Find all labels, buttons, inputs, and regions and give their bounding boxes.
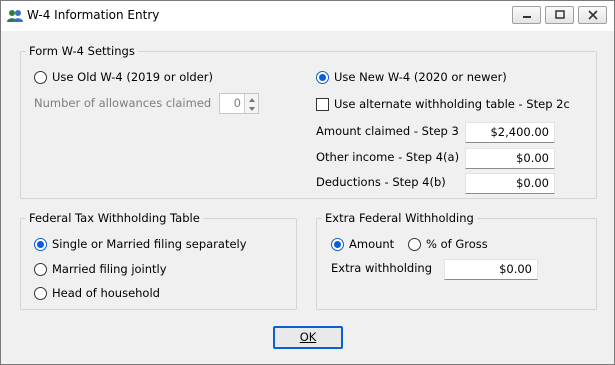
minimize-icon bbox=[523, 16, 531, 18]
deductions-label: Deductions - Step 4(b) bbox=[316, 175, 446, 189]
amount-radio[interactable] bbox=[331, 237, 344, 251]
maximize-icon bbox=[555, 10, 565, 19]
close-button[interactable] bbox=[578, 6, 607, 24]
new-w4-option[interactable]: Use New W-4 (2020 or newer) bbox=[316, 69, 507, 85]
other-income-label: Other income - Step 4(a) bbox=[316, 150, 460, 164]
ok-button-label: OK bbox=[299, 330, 317, 344]
w4-dialog-window: W-4 Information Entry Form W-4 Settings … bbox=[0, 0, 615, 365]
deductions-field[interactable]: $0.00 bbox=[465, 173, 555, 194]
chevron-down-icon bbox=[249, 107, 255, 111]
single-label: Single or Married filing separately bbox=[52, 237, 247, 251]
married-jointly-radio[interactable] bbox=[34, 262, 47, 276]
ok-button[interactable]: OK bbox=[273, 326, 343, 349]
allowances-spinner[interactable]: 0 bbox=[219, 93, 259, 114]
minimize-button[interactable] bbox=[512, 6, 541, 24]
married-jointly-option[interactable]: Married filing jointly bbox=[34, 261, 167, 277]
title-bar[interactable]: W-4 Information Entry bbox=[1, 1, 614, 31]
allowances-label: Number of allowances claimed bbox=[34, 96, 212, 110]
single-radio[interactable] bbox=[34, 237, 47, 251]
other-income-field[interactable]: $0.00 bbox=[465, 148, 555, 169]
close-icon bbox=[588, 10, 598, 20]
maximize-button[interactable] bbox=[545, 6, 574, 24]
allowances-value: 0 bbox=[233, 96, 241, 110]
amount-label: Amount bbox=[349, 237, 395, 251]
new-w4-label: Use New W-4 (2020 or newer) bbox=[334, 70, 507, 84]
spinner-down-button[interactable] bbox=[244, 103, 258, 113]
alternate-table-label: Use alternate withholding table - Step 2… bbox=[334, 97, 570, 111]
extra-withholding-group-label: Extra Federal Withholding bbox=[322, 211, 477, 225]
amount-claimed-label: Amount claimed - Step 3 bbox=[316, 124, 459, 138]
married-jointly-label: Married filing jointly bbox=[52, 262, 167, 276]
percent-gross-option[interactable]: % of Gross bbox=[408, 236, 488, 252]
window-title: W-4 Information Entry bbox=[27, 8, 160, 22]
old-w4-radio[interactable] bbox=[34, 70, 47, 84]
amount-claimed-field[interactable]: $2,400.00 bbox=[465, 122, 555, 143]
extra-withholding-label: Extra withholding bbox=[331, 261, 433, 275]
head-of-household-option[interactable]: Head of household bbox=[34, 285, 160, 301]
percent-gross-radio[interactable] bbox=[408, 237, 421, 251]
extra-withholding-field[interactable]: $0.00 bbox=[444, 259, 538, 280]
w4-settings-group-label: Form W-4 Settings bbox=[26, 44, 138, 58]
people-icon bbox=[7, 10, 23, 22]
head-of-household-label: Head of household bbox=[52, 286, 160, 300]
old-w4-label: Use Old W-4 (2019 or older) bbox=[52, 70, 214, 84]
alternate-table-option[interactable]: Use alternate withholding table - Step 2… bbox=[316, 96, 570, 112]
new-w4-radio[interactable] bbox=[316, 70, 329, 84]
alternate-table-checkbox[interactable] bbox=[316, 97, 329, 111]
single-option[interactable]: Single or Married filing separately bbox=[34, 236, 247, 252]
amount-option[interactable]: Amount bbox=[331, 236, 394, 252]
old-w4-option[interactable]: Use Old W-4 (2019 or older) bbox=[34, 69, 213, 85]
head-of-household-radio[interactable] bbox=[34, 286, 47, 300]
percent-gross-label: % of Gross bbox=[426, 237, 488, 251]
federal-table-group-label: Federal Tax Withholding Table bbox=[26, 211, 203, 225]
